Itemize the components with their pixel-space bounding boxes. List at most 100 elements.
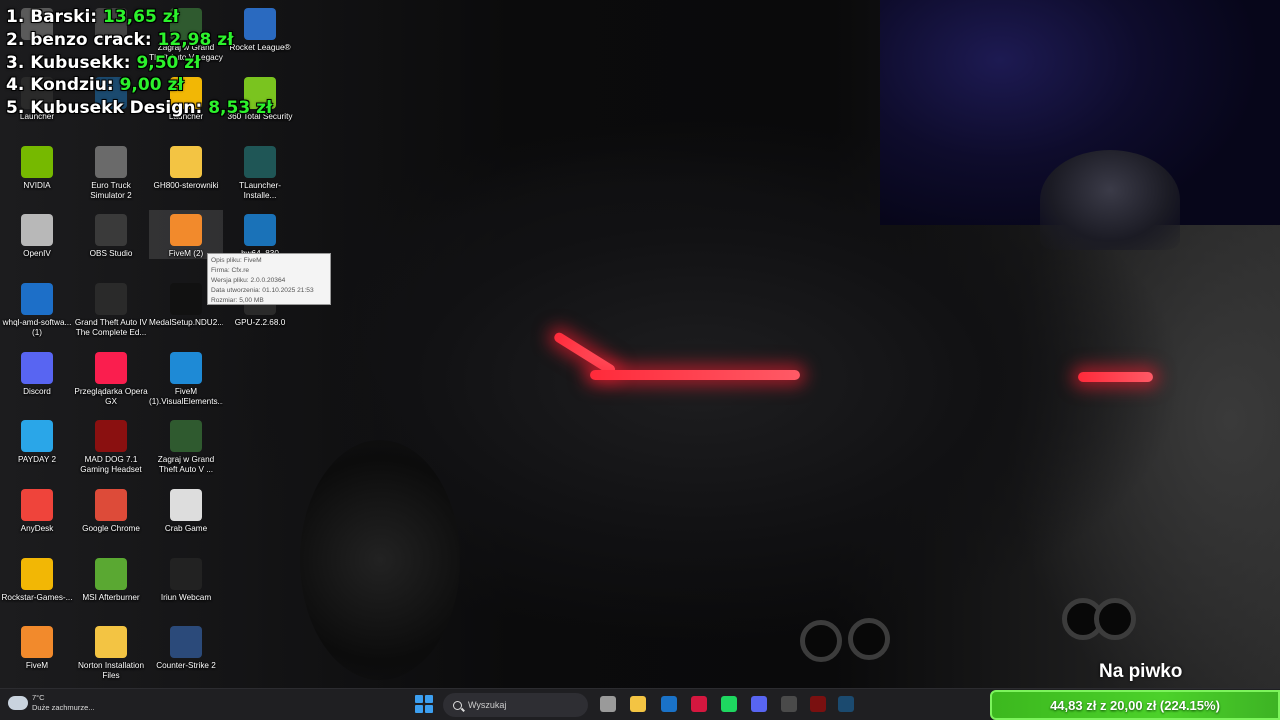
spotify-icon[interactable] (721, 696, 737, 712)
discord-icon[interactable] (751, 696, 767, 712)
outlook-icon[interactable] (661, 696, 677, 712)
desktop-icon-label: Euro Truck Simulator 2 (90, 181, 132, 200)
cloudy-weather-icon (8, 691, 28, 710)
search-placeholder: Wyszukaj (468, 700, 507, 710)
desktop-icon[interactable]: GH800-sterowniki (149, 142, 223, 191)
file-explorer-icon[interactable] (630, 696, 646, 712)
desktop-icon[interactable]: MSI Afterburner (74, 554, 148, 603)
desktop-icon[interactable]: Google Chrome (74, 485, 148, 534)
desktop-icon[interactable]: Rockstar-Games-... (0, 554, 74, 603)
donor-amount: 8,53 zł (208, 98, 273, 119)
desktop-icon-label: Discord (23, 387, 51, 396)
gta-v-icon (170, 420, 202, 452)
desktop-icon-label: Norton Installation Files (78, 661, 144, 680)
desktop-icon[interactable]: Euro Truck Simulator 2 (74, 142, 148, 201)
amd-installer-icon (21, 283, 53, 315)
windows-logo-icon (415, 695, 423, 703)
desktop-icon[interactable]: Discord (0, 348, 74, 397)
desktop-icon[interactable]: AnyDesk (0, 485, 74, 534)
opera-gx-icon[interactable] (691, 696, 707, 712)
file-tooltip: Opis pliku: FiveM Firma: Cfx.re Wersja p… (207, 253, 331, 305)
tlauncher-icon (244, 146, 276, 178)
tooltip-version: Wersja pliku: 2.0.0.20364 (211, 277, 286, 284)
donation-progress-bar: 44,83 zł z 20,00 zł (224.15%) (990, 690, 1280, 720)
donor-name: 2. benzo crack: (6, 29, 152, 50)
car-wheel (300, 440, 460, 680)
anydesk-icon (21, 489, 53, 521)
obs-icon[interactable] (781, 696, 797, 712)
leaderboard-row: 4. Kondziu: 9,00 zł (6, 74, 272, 97)
desktop-icon-label: MAD DOG 7.1 Gaming Headset (80, 455, 142, 474)
crab-game-icon (170, 489, 202, 521)
desktop-icon[interactable]: MAD DOG 7.1 Gaming Headset (74, 416, 148, 475)
openiv-icon (21, 214, 53, 246)
payday-icon (21, 420, 53, 452)
gta-iv-icon (95, 283, 127, 315)
desktop-icon-label: Rockstar-Games-... (1, 593, 73, 602)
desktop-icon[interactable]: FiveM (2) (149, 210, 223, 259)
leaderboard-row: 3. Kubusekk: 9,50 zł (6, 52, 272, 75)
desktop-icon-label: Crab Game (164, 524, 208, 533)
medal-icon (170, 283, 202, 315)
taskbar-search[interactable]: Wyszukaj (443, 693, 588, 717)
desktop-icon[interactable]: OpenIV (0, 210, 74, 259)
weather-temperature: 7°C (32, 693, 45, 702)
desktop-icon-label: Iriun Webcam (160, 593, 212, 602)
start-button[interactable] (415, 695, 433, 713)
chrome-icon (95, 489, 127, 521)
donor-name: 5. Kubusekk Design: (6, 98, 203, 119)
tooltip-description: Opis pliku: FiveM (211, 257, 262, 264)
hwinfo-icon (244, 214, 276, 246)
task-view-icon[interactable] (600, 696, 616, 712)
desktop-icon-label: Counter-Strike 2 (156, 661, 216, 670)
desktop-icon[interactable]: FiveM (1).VisualElements... (149, 348, 223, 407)
desktop-icon[interactable]: Przeglądarka Opera GX (74, 348, 148, 407)
desktop-icon-label: FiveM (1).VisualElements... (149, 387, 223, 406)
desktop-icon[interactable]: Norton Installation Files (74, 622, 148, 681)
euro-truck-icon (95, 146, 127, 178)
desktop-icon[interactable]: Zagraj w Grand Theft Auto V ... (149, 416, 223, 475)
desktop-icon[interactable]: TLauncher-Installe... (223, 142, 297, 201)
donation-progress-text: 44,83 zł z 20,00 zł (224.15%) (1050, 697, 1220, 713)
desktop-icon-label: MSI Afterburner (82, 593, 140, 602)
desktop-icon-label: AnyDesk (20, 524, 54, 533)
donor-amount: 9,00 zł (119, 75, 184, 96)
edge-icon (170, 352, 202, 384)
desktop-icon-label: GPU-Z.2.68.0 (234, 318, 286, 327)
desktop-icon-label: MedalSetup.NDU2... (149, 318, 223, 327)
desktop-icon-label: Grand Theft Auto IV The Complete Ed... (74, 318, 148, 337)
desktop-icon[interactable]: NVIDIA (0, 142, 74, 191)
msi-afterburner-icon (95, 558, 127, 590)
weather-widget[interactable]: 7°C Duże zachmurze... (8, 691, 95, 713)
donor-name: 1. Barski: (6, 7, 98, 27)
folder-icon (95, 626, 127, 658)
desktop-icon-label: Przeglądarka Opera GX (74, 387, 148, 406)
tooltip-created: Data utworzenia: 01.10.2025 21:53 (211, 287, 314, 294)
desktop-icon-label: OBS Studio (89, 249, 133, 258)
headset-icon[interactable] (810, 696, 826, 712)
desktop-icon[interactable]: whql-amd-softwa... (1) (0, 279, 74, 338)
desktop-icon[interactable]: OBS Studio (74, 210, 148, 259)
rockstar-icon (21, 558, 53, 590)
headset-icon (95, 420, 127, 452)
desktop-icon[interactable]: hw64_830 (223, 210, 297, 259)
car-exhaust (800, 620, 842, 662)
desktop-icon[interactable]: Counter-Strike 2 (149, 622, 223, 671)
desktop-icon[interactable]: PAYDAY 2 (0, 416, 74, 465)
car-exhaust (848, 618, 890, 660)
desktop-icon-label: Google Chrome (82, 524, 140, 533)
steam-icon[interactable] (838, 696, 854, 712)
desktop-icon[interactable]: Crab Game (149, 485, 223, 534)
folder-icon (170, 146, 202, 178)
desktop-icon-label: OpenIV (23, 249, 51, 258)
desktop-icon[interactable]: Iriun Webcam (149, 554, 223, 603)
cs2-icon (170, 626, 202, 658)
desktop-icon[interactable]: Grand Theft Auto IV The Complete Ed... (74, 279, 148, 338)
opera-gx-icon (95, 352, 127, 384)
desktop-icon-label: TLauncher-Installe... (239, 181, 281, 200)
desktop-icon[interactable]: FiveM (0, 622, 74, 671)
desktop-icon-label: whql-amd-softwa... (1) (2, 318, 72, 337)
car-exhaust (1094, 598, 1136, 640)
tooltip-size: Rozmiar: 5,00 MB (211, 297, 264, 304)
donor-amount: 13,65 zł (103, 7, 179, 27)
